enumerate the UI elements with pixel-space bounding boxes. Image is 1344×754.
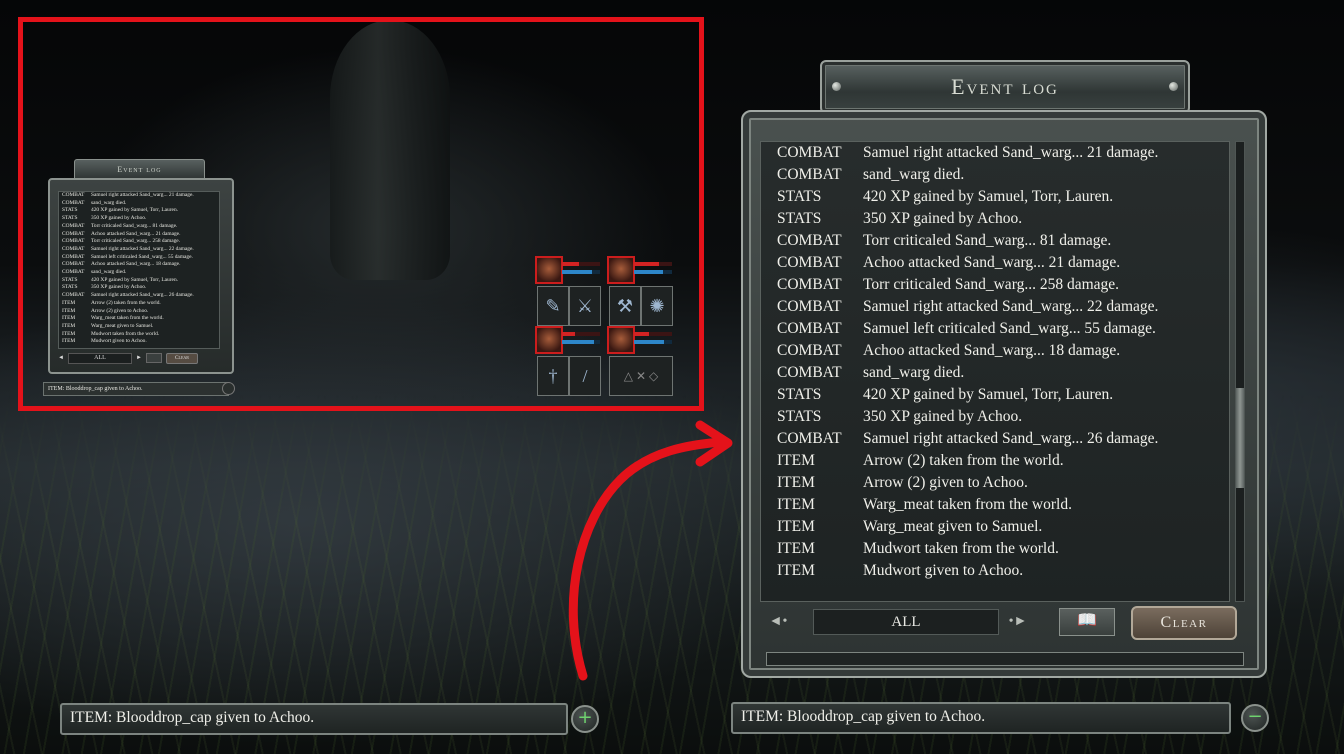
- log-entry: COMBAT Torr criticaled Sand_warg... 81 da…: [761, 230, 1229, 252]
- log-message: 420 XP gained by Samuel, Torr, Lauren.: [863, 188, 1114, 205]
- log-category: COMBAT: [777, 342, 842, 359]
- log-message: Warg_meat taken from the world.: [863, 496, 1072, 513]
- event-log-footer-rail: [766, 652, 1244, 666]
- log-message: sand_warg died.: [863, 364, 965, 381]
- log-message: Torr criticaled Sand_warg... 258 damage.: [863, 276, 1120, 293]
- log-category: COMBAT: [777, 254, 842, 271]
- arrow-right-icon[interactable]: •►: [1005, 614, 1031, 630]
- log-entry: ITEM Mudwort taken from the world.: [761, 538, 1229, 560]
- log-entry: COMBAT Torr criticaled Sand_warg... 258 d…: [761, 274, 1229, 296]
- log-message: sand_warg died.: [863, 166, 965, 183]
- log-category: STATS: [777, 408, 822, 425]
- log-entry: ITEM Warg_meat taken from the world.: [761, 494, 1229, 516]
- event-log-scrollbar[interactable]: [1235, 141, 1245, 602]
- log-entry: COMBAT Achoo attacked Sand_warg... 21 dam…: [761, 252, 1229, 274]
- log-entry: ITEM Warg_meat given to Samuel.: [761, 516, 1229, 538]
- log-entry: ITEM Arrow (2) taken from the world.: [761, 450, 1229, 472]
- log-message: Torr criticaled Sand_warg... 81 damage.: [863, 232, 1112, 249]
- log-message: 350 XP gained by Achoo.: [863, 408, 1023, 425]
- log-category: ITEM: [777, 474, 815, 491]
- log-message: 350 XP gained by Achoo.: [863, 210, 1023, 227]
- log-message: Arrow (2) taken from the world.: [863, 452, 1064, 469]
- status-message: ITEM: Blooddrop_cap given to Achoo.: [70, 709, 315, 726]
- log-category: COMBAT: [777, 144, 842, 161]
- log-message: Arrow (2) given to Achoo.: [863, 474, 1028, 491]
- log-message: Samuel right attacked Sand_warg... 26 da…: [863, 430, 1159, 447]
- log-message: Samuel right attacked Sand_warg... 21 da…: [863, 144, 1159, 161]
- log-message: Warg_meat given to Samuel.: [863, 518, 1043, 535]
- log-category: COMBAT: [777, 276, 842, 293]
- status-bar-left: ITEM: Blooddrop_cap given to Achoo.: [60, 703, 568, 735]
- log-message: Samuel right attacked Sand_warg... 22 da…: [863, 298, 1159, 315]
- log-category: COMBAT: [777, 320, 842, 337]
- log-entry: COMBAT sand_warg died.: [761, 164, 1229, 186]
- log-category: ITEM: [777, 496, 815, 513]
- log-entry: COMBAT Samuel left criticaled Sand_warg..…: [761, 318, 1229, 340]
- log-entry: ITEM Arrow (2) given to Achoo.: [761, 472, 1229, 494]
- event-log-list[interactable]: COMBAT Samuel right attacked Sand_warg...…: [760, 141, 1230, 602]
- log-category: ITEM: [777, 562, 815, 579]
- clear-button[interactable]: Clear: [1131, 606, 1237, 640]
- log-category: ITEM: [777, 518, 815, 535]
- log-category: ITEM: [777, 452, 815, 469]
- scrollbar-thumb[interactable]: [1236, 388, 1244, 488]
- event-log-panel: COMBAT Samuel right attacked Sand_warg...…: [741, 110, 1267, 678]
- log-entry: COMBAT Samuel right attacked Sand_warg...…: [761, 296, 1229, 318]
- log-entry: COMBAT Achoo attacked Sand_warg... 18 dam…: [761, 340, 1229, 362]
- log-entry: STATS 420 XP gained by Samuel, Torr, Laur…: [761, 384, 1229, 406]
- log-category: COMBAT: [777, 364, 842, 381]
- log-category: STATS: [777, 386, 822, 403]
- log-message: Mudwort given to Achoo.: [863, 562, 1024, 579]
- log-message: Achoo attacked Sand_warg... 21 damage.: [863, 254, 1121, 271]
- event-log-title-plate: Event log: [820, 60, 1190, 114]
- log-category: ITEM: [777, 540, 815, 557]
- plus-icon[interactable]: +: [571, 705, 599, 733]
- log-entry: COMBAT Samuel right attacked Sand_warg...…: [761, 428, 1229, 450]
- log-category: COMBAT: [777, 298, 842, 315]
- book-icon[interactable]: 📖: [1059, 608, 1115, 636]
- log-entry: ITEM Mudwort given to Achoo.: [761, 560, 1229, 582]
- minus-icon[interactable]: −: [1241, 704, 1269, 732]
- arrow-left-icon[interactable]: ◄•: [765, 614, 791, 630]
- status-message: ITEM: Blooddrop_cap given to Achoo.: [741, 708, 986, 725]
- log-category: COMBAT: [777, 166, 842, 183]
- log-category: STATS: [777, 210, 822, 227]
- event-log-title: Event log: [951, 74, 1059, 99]
- log-entry: COMBAT sand_warg died.: [761, 362, 1229, 384]
- event-log-controls: ◄• ALL •► 📖 Clear: [759, 606, 1249, 640]
- status-bar-right: ITEM: Blooddrop_cap given to Achoo.: [731, 702, 1231, 734]
- log-entry: STATS 350 XP gained by Achoo.: [761, 406, 1229, 428]
- log-category: COMBAT: [777, 232, 842, 249]
- log-message: Achoo attacked Sand_warg... 18 damage.: [863, 342, 1121, 359]
- log-message: Samuel left criticaled Sand_warg... 55 d…: [863, 320, 1156, 337]
- filter-selector[interactable]: ALL: [813, 609, 999, 635]
- log-entry: COMBAT Samuel right attacked Sand_warg...…: [761, 142, 1229, 164]
- log-message: Mudwort taken from the world.: [863, 540, 1059, 557]
- log-entry: STATS 420 XP gained by Samuel, Torr, Laur…: [761, 186, 1229, 208]
- log-message: 420 XP gained by Samuel, Torr, Lauren.: [863, 386, 1114, 403]
- log-entry: STATS 350 XP gained by Achoo.: [761, 208, 1229, 230]
- log-category: STATS: [777, 188, 822, 205]
- log-category: COMBAT: [777, 430, 842, 447]
